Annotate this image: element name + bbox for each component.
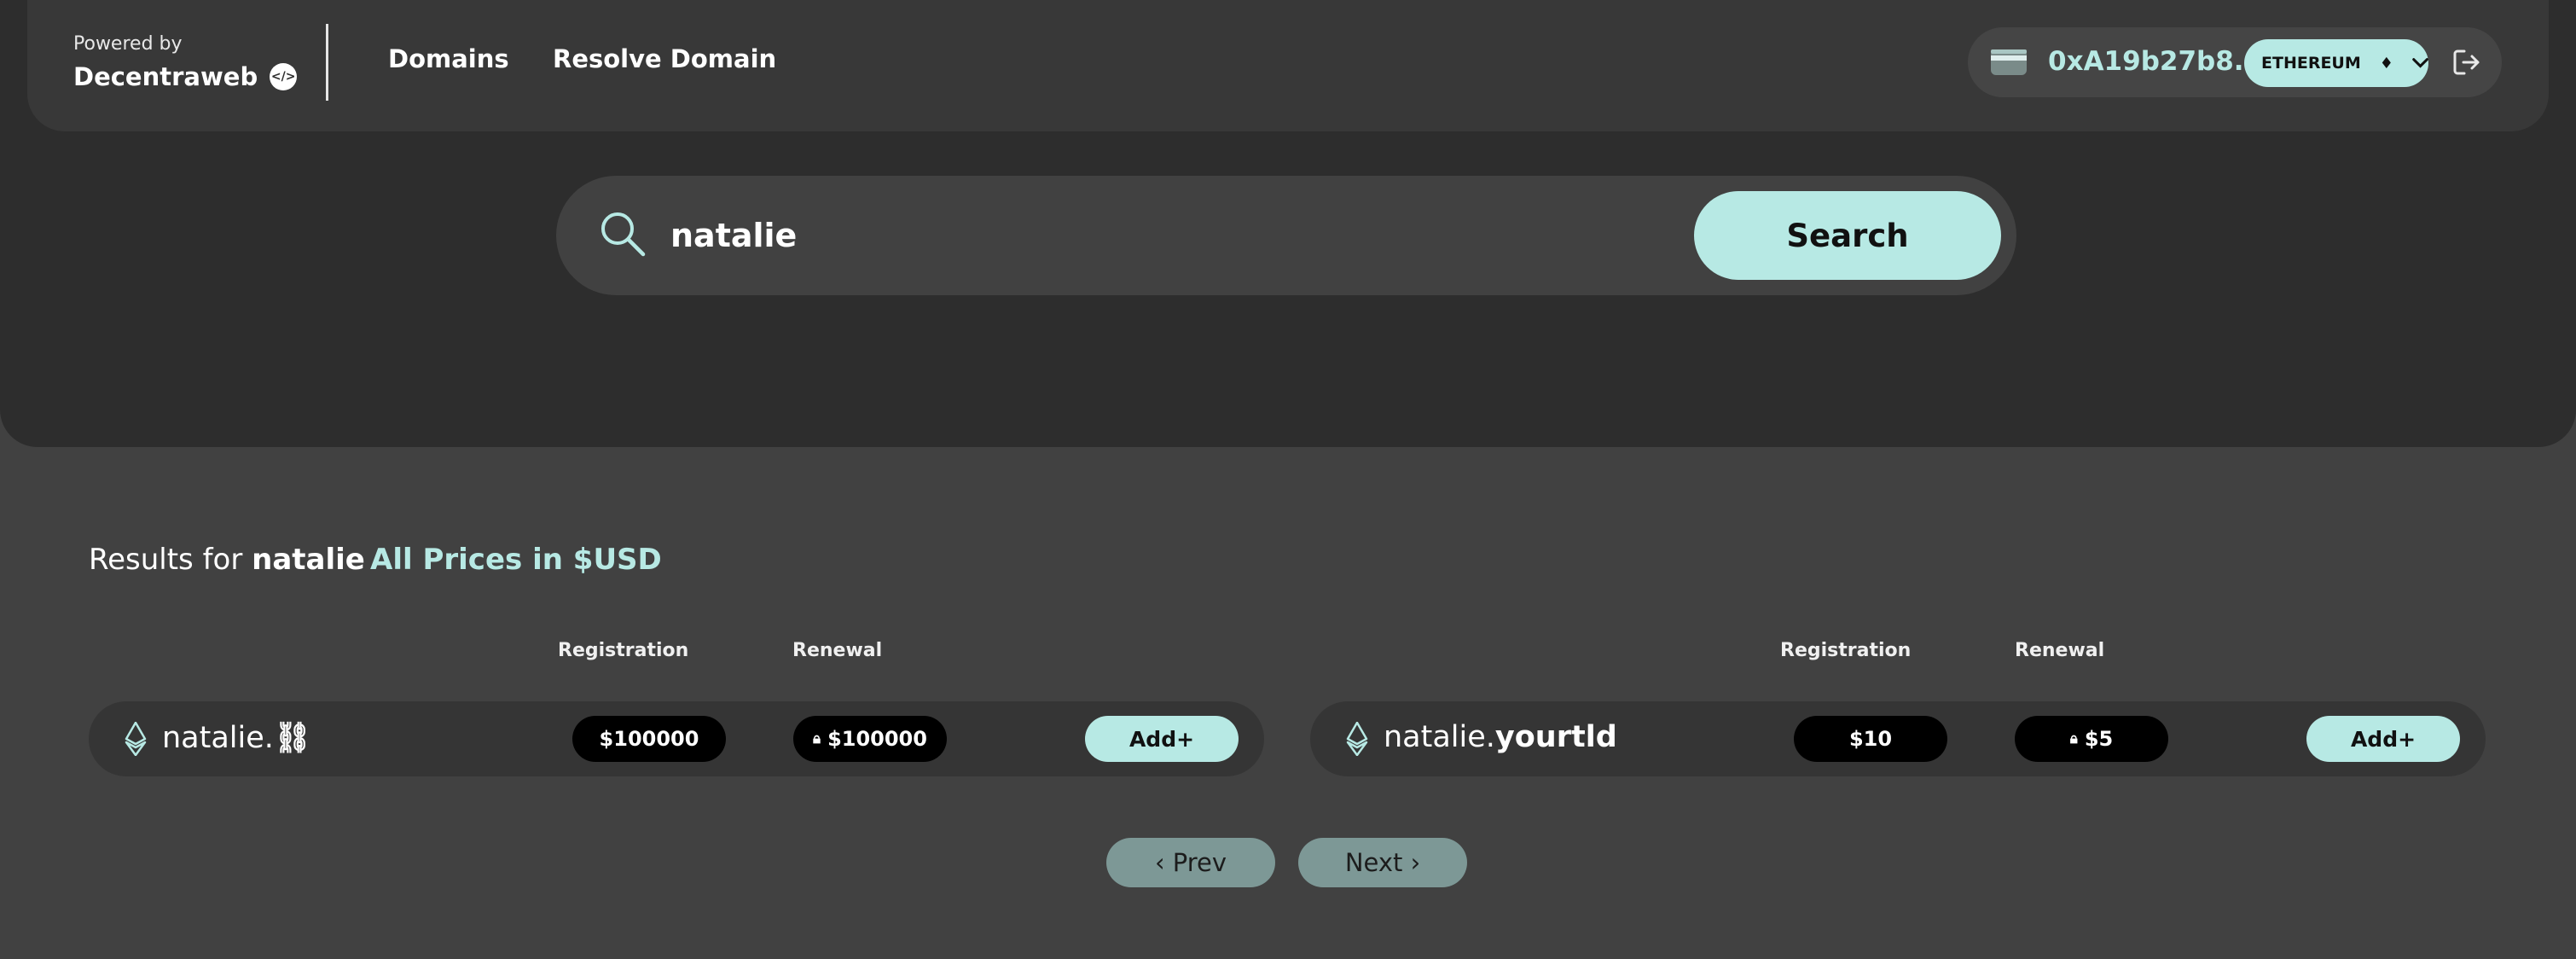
renewal-price: 🔒︎ $100000 bbox=[793, 716, 947, 762]
prices-currency-note: All Prices in $USD bbox=[370, 543, 662, 577]
results-prefix: Results for bbox=[89, 543, 243, 577]
nav-divider bbox=[326, 24, 328, 101]
network-label: ETHEREUM bbox=[2261, 54, 2361, 73]
registration-price: $100000 bbox=[572, 716, 726, 762]
top-navbar: Powered by Decentraweb </> Domains Resol… bbox=[27, 0, 2549, 131]
code-badge-icon: </> bbox=[270, 63, 298, 90]
brand-name: Decentraweb bbox=[73, 62, 258, 91]
add-to-cart-button[interactable]: Add+ bbox=[2306, 716, 2460, 762]
next-page-button[interactable]: Next › bbox=[1298, 838, 1467, 887]
results-query: natalie bbox=[252, 543, 365, 577]
registration-price: $10 bbox=[1794, 716, 1947, 762]
domain-label: natalie. bbox=[1384, 720, 1495, 754]
network-selector[interactable]: ETHEREUM ♦ bbox=[2244, 39, 2428, 87]
ethereum-icon bbox=[1346, 722, 1368, 756]
hero-panel: Powered by Decentraweb </> Domains Resol… bbox=[0, 0, 2576, 447]
renewal-value: $5 bbox=[2084, 727, 2114, 751]
prev-page-button[interactable]: ‹ Prev bbox=[1106, 838, 1275, 887]
domain-tld: yourtld bbox=[1494, 720, 1617, 754]
ethereum-icon bbox=[125, 722, 147, 756]
wallet-widget: 0xA19b27b8... ETHEREUM ♦ bbox=[1968, 27, 2502, 97]
brand[interactable]: Powered by Decentraweb </> bbox=[73, 32, 298, 94]
renewal-price: 🔒︎ $5 bbox=[2015, 716, 2168, 762]
wallet-address[interactable]: 0xA19b27b8... bbox=[2048, 46, 2264, 77]
domain-name: natalie.⛓ bbox=[162, 720, 311, 755]
lock-icon: 🔒︎ bbox=[2069, 730, 2078, 747]
nav-resolve-domain[interactable]: Resolve Domain bbox=[553, 44, 776, 73]
domain-name: natalie.yourtld bbox=[1384, 720, 1617, 754]
nav-domains[interactable]: Domains bbox=[388, 44, 509, 73]
powered-by-label: Powered by bbox=[73, 33, 183, 55]
domain-tld: ⛓ bbox=[273, 721, 312, 755]
add-to-cart-button[interactable]: Add+ bbox=[1085, 716, 1239, 762]
search-input[interactable] bbox=[670, 205, 1677, 266]
brand-name-row: Decentraweb </> bbox=[73, 60, 298, 94]
search-bar: Search bbox=[556, 176, 2016, 295]
search-icon bbox=[601, 212, 646, 257]
ethereum-icon: ♦ bbox=[2379, 54, 2393, 73]
results-heading: Results for natalie bbox=[89, 543, 365, 577]
domain-result-row: natalie.yourtld $10 🔒︎ $5 Add+ bbox=[1310, 701, 2486, 776]
logout-icon[interactable] bbox=[2452, 48, 2481, 77]
domain-result-row: natalie.⛓ $100000 🔒︎ $100000 Add+ bbox=[89, 701, 1264, 776]
domain-label: natalie. bbox=[162, 721, 274, 755]
chevron-down-icon bbox=[2412, 58, 2428, 68]
lock-icon: 🔒︎ bbox=[813, 730, 821, 747]
col-registration-left: Registration bbox=[558, 640, 689, 661]
col-renewal-right: Renewal bbox=[2015, 640, 2105, 661]
search-button[interactable]: Search bbox=[1694, 191, 2001, 280]
col-renewal-left: Renewal bbox=[792, 640, 883, 661]
renewal-value: $100000 bbox=[827, 727, 927, 751]
col-registration-right: Registration bbox=[1780, 640, 1912, 661]
wallet-icon bbox=[1991, 49, 2027, 75]
